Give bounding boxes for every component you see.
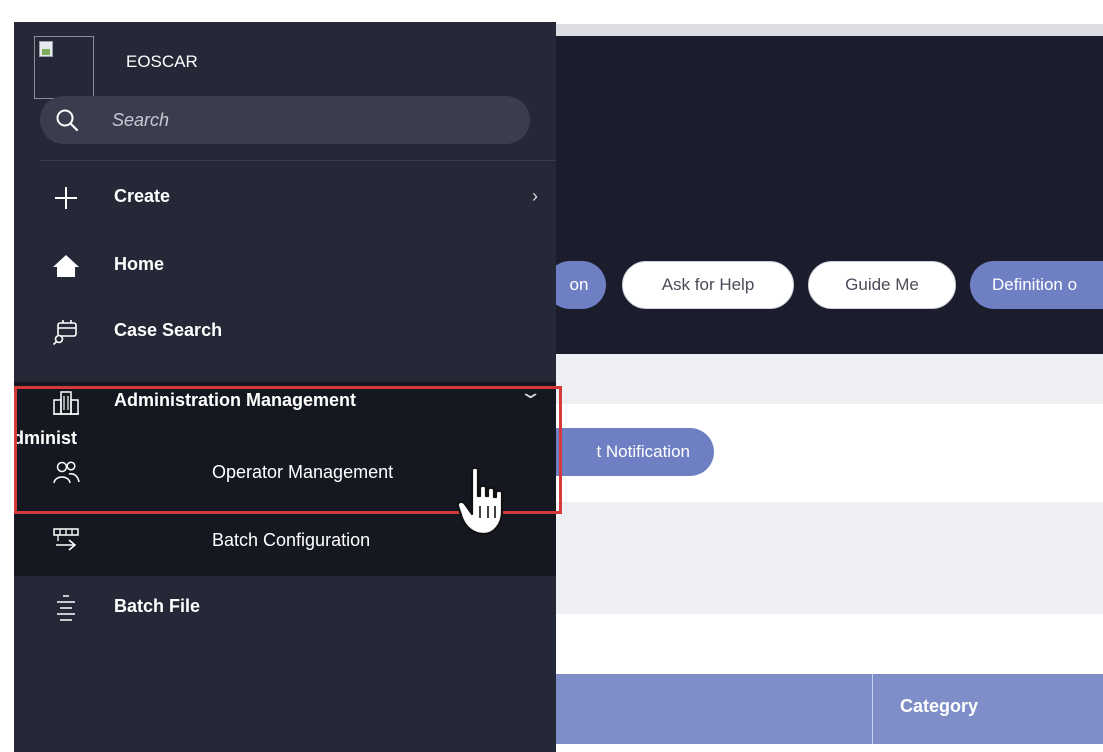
main-content: on Ask for Help Guide Me Definition o t …: [556, 0, 1103, 752]
partial-action-button[interactable]: on: [556, 261, 606, 309]
nav-item-batch-file[interactable]: Batch File: [14, 580, 556, 640]
nav-item-case-search[interactable]: Case Search: [14, 304, 556, 364]
definition-label: Definition o: [992, 275, 1078, 294]
search-input[interactable]: Search: [112, 110, 169, 131]
search-box[interactable]: Search: [40, 96, 530, 144]
nav-item-create[interactable]: Create ›: [14, 170, 556, 230]
guide-me-label: Guide Me: [845, 275, 919, 294]
column-header-category[interactable]: Category: [900, 696, 978, 717]
page-header: on Ask for Help Guide Me Definition o: [556, 36, 1103, 354]
table-header: Category: [556, 674, 1103, 744]
notification-button[interactable]: t Notification: [556, 428, 714, 476]
app-window: on Ask for Help Guide Me Definition o t …: [0, 0, 1103, 752]
partial-action-label: on: [569, 275, 589, 294]
search-icon: [56, 109, 79, 132]
content-band: [556, 614, 1103, 674]
divider: [40, 160, 556, 161]
batch-config-icon: [53, 528, 79, 551]
ask-for-help-label: Ask for Help: [661, 275, 755, 294]
top-strip: [556, 24, 1103, 36]
app-name: EOSCAR: [126, 52, 198, 71]
guide-me-button[interactable]: Guide Me: [808, 261, 956, 309]
case-search-icon: [52, 320, 77, 346]
ask-for-help-button[interactable]: Ask for Help: [622, 261, 794, 309]
app-logo[interactable]: [34, 36, 94, 99]
list-icon: [57, 595, 75, 621]
nav-item-label: Case Search: [114, 320, 223, 340]
nav-item-label: Batch File: [114, 596, 201, 616]
content-band: [556, 502, 1103, 614]
nav-item-label: Home: [114, 254, 165, 274]
chevron-right-icon[interactable]: ›: [532, 186, 538, 207]
hand-cursor-icon: [456, 466, 504, 536]
nav-item-home[interactable]: Home: [14, 238, 556, 298]
definition-button[interactable]: Definition o: [970, 261, 1103, 309]
notification-label: t Notification: [596, 442, 690, 461]
broken-image-icon: [39, 41, 53, 57]
nav-item-label: Create: [114, 186, 171, 206]
sub-item-label: Batch Configuration: [212, 530, 371, 550]
column-divider: [872, 674, 873, 744]
home-icon: [53, 255, 79, 277]
content-band: [556, 354, 1103, 404]
plus-icon: [55, 187, 77, 209]
